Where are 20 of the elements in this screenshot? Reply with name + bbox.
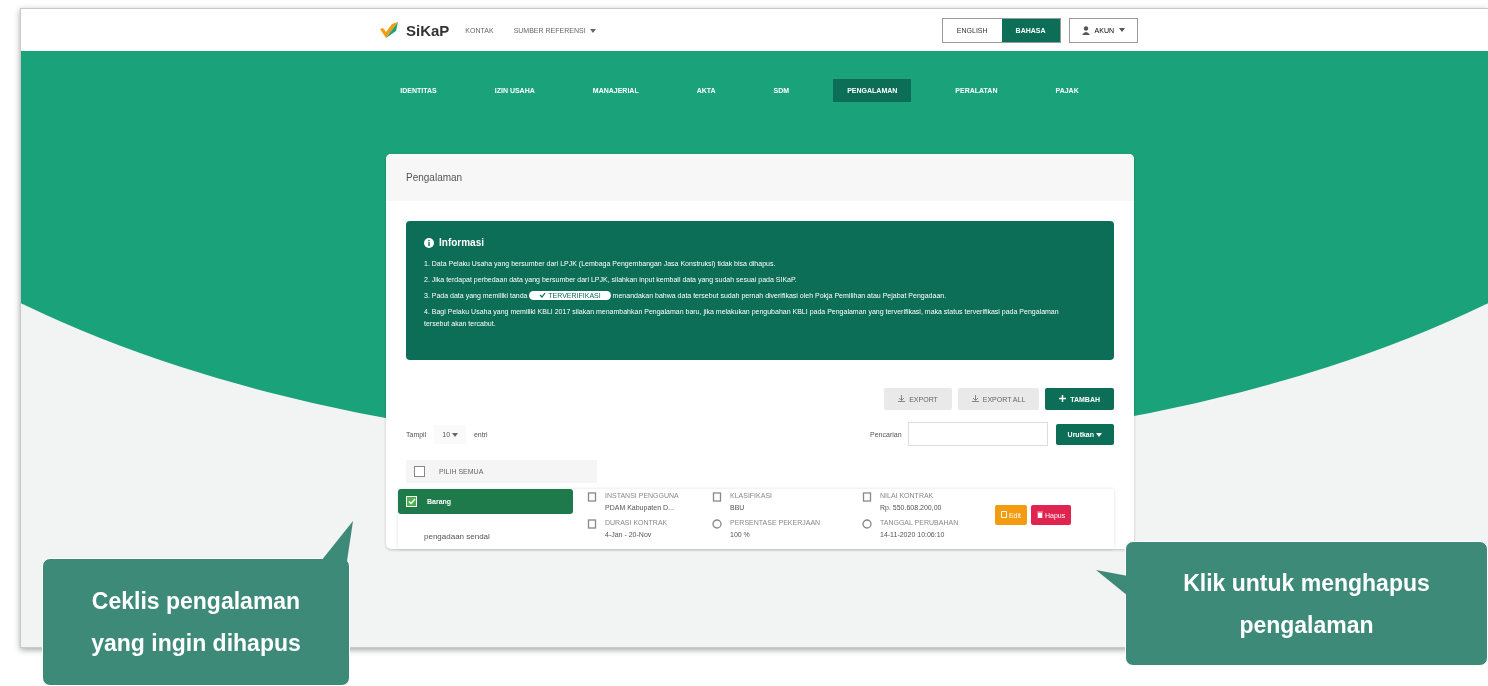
- search-field[interactable]: [907, 422, 1048, 446]
- checkbox[interactable]: [414, 466, 425, 477]
- callout-text: Ceklis pengalaman yang ingin dihapus: [90, 587, 302, 658]
- info-title: Informasi: [439, 237, 484, 248]
- caret-icon: [1119, 28, 1125, 32]
- logo-text: SiKaP: [406, 21, 450, 39]
- caret-icon: [1096, 432, 1102, 437]
- panel-title: Pengalaman: [406, 172, 463, 183]
- experience-title: pengadaan sendal: [423, 531, 491, 541]
- trash-icon: [1037, 511, 1043, 518]
- plus-icon: [1059, 395, 1067, 402]
- callout-text: Klik untuk menghapus pengalaman: [1182, 568, 1431, 640]
- caret-icon: [589, 28, 596, 33]
- download-icon: [971, 395, 979, 402]
- download-icon: [898, 395, 906, 402]
- info-icon: [424, 237, 434, 248]
- user-icon: [1081, 25, 1090, 35]
- caret-icon: [451, 432, 458, 437]
- check-icon: [539, 292, 547, 298]
- logo-icon: [378, 21, 400, 39]
